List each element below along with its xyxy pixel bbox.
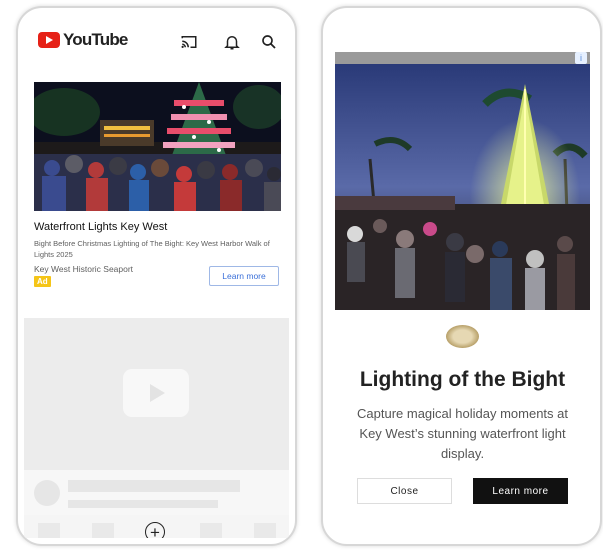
nav-shorts-placeholder-icon[interactable] — [92, 523, 114, 538]
ad-thumbnail-image[interactable] — [34, 82, 281, 211]
ad-top-band: i — [335, 52, 590, 64]
video-meta-placeholder — [24, 470, 289, 515]
ad-title[interactable]: Waterfront Lights Key West — [34, 221, 281, 233]
ad-badge: Ad — [34, 276, 51, 287]
create-add-icon[interactable]: + — [145, 522, 165, 538]
ad-info-icon[interactable]: i — [575, 52, 587, 64]
learn-more-button[interactable]: Learn more — [473, 478, 568, 504]
interstitial-ad: i Lighting of the Bight Capture magical … — [335, 52, 590, 525]
phone-frame-interstitial: i Lighting of the Bight Capture magical … — [321, 6, 602, 546]
learn-more-button[interactable]: Learn more — [209, 266, 279, 286]
search-icon[interactable] — [260, 33, 278, 51]
nav-subscriptions-placeholder-icon[interactable] — [200, 523, 222, 538]
ad-description: Bight Before Christmas Lighting of The B… — [34, 239, 270, 259]
phone-frame-youtube: YouTube Waterfront Lights Key West Bight… — [16, 6, 297, 546]
ad-headline: Lighting of the Bight — [359, 368, 566, 391]
bell-icon[interactable] — [223, 33, 241, 51]
play-icon[interactable] — [123, 369, 189, 417]
advertiser-seal-logo — [446, 325, 479, 348]
youtube-logo-icon[interactable] — [38, 32, 60, 48]
nav-home-placeholder-icon[interactable] — [38, 523, 60, 538]
cast-icon[interactable] — [180, 33, 198, 51]
youtube-header: YouTube — [24, 18, 289, 62]
youtube-screen: YouTube Waterfront Lights Key West Bight… — [24, 18, 289, 538]
bottom-nav: + — [24, 515, 289, 538]
video-placeholder[interactable] — [24, 318, 289, 470]
close-button[interactable]: Close — [357, 478, 452, 504]
nav-library-placeholder-icon[interactable] — [254, 523, 276, 538]
title-placeholder — [68, 480, 240, 492]
avatar — [34, 480, 60, 506]
subtitle-placeholder — [68, 500, 218, 508]
ad-advertiser-name: Key West Historic Seaport — [34, 264, 134, 274]
ad-hero-image[interactable] — [335, 64, 590, 310]
ad-body-text: Capture magical holiday moments at Key W… — [357, 406, 568, 461]
youtube-wordmark[interactable]: YouTube — [63, 30, 128, 50]
